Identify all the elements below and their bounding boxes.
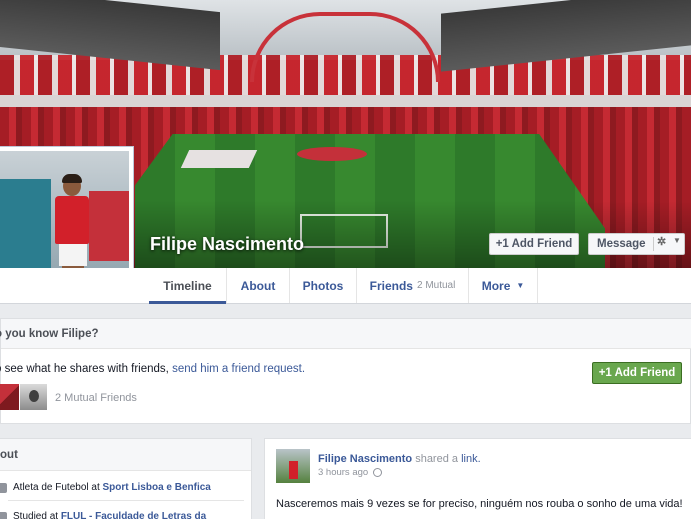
about-work-item: Atleta de Futebol at Sport Lisboa e Benf… (0, 482, 211, 493)
tab-friends[interactable]: Friends 2 Mutual (356, 268, 468, 303)
profile-bg-board-red (89, 191, 129, 261)
post-action-text: shared a (412, 453, 462, 465)
tab-more-label: More (481, 278, 511, 293)
post-body: Nasceremos mais 9 vezes se for preciso, … (276, 498, 683, 510)
friend-prompt-heading: o you know Filipe? (0, 319, 691, 349)
profile-shorts (59, 244, 87, 266)
briefcase-icon (0, 482, 7, 493)
globe-icon (373, 467, 383, 477)
post-author-name[interactable]: Filipe Nascimento (318, 453, 412, 465)
profile-name[interactable]: Filipe Nascimento (150, 234, 304, 255)
post-author-avatar[interactable] (276, 449, 310, 483)
about-divider (8, 500, 244, 501)
tab-friends-mutual-count: 2 Mutual (416, 280, 456, 291)
about-work-link[interactable]: Sport Lisboa e Benfica (103, 482, 211, 493)
post-timestamp[interactable]: 3 hours ago (318, 467, 383, 478)
about-education-text: Studied at (13, 511, 59, 519)
chevron-down-icon: ▼ (516, 281, 525, 290)
add-friend-primary-button[interactable]: +1 Add Friend (592, 362, 682, 384)
friend-prompt-text: o see what he shares with friends, send … (0, 363, 305, 375)
caret-down-icon[interactable]: ▼ (673, 236, 681, 245)
tab-photos[interactable]: Photos (289, 268, 356, 303)
tab-timeline[interactable]: Timeline (149, 268, 226, 304)
post-link[interactable]: link. (461, 453, 481, 465)
about-education-link[interactable]: FLUL - Faculdade de Letras da (61, 511, 206, 519)
add-friend-button[interactable]: +1 Add Friend (489, 233, 579, 255)
mutual-friend-avatar[interactable] (20, 384, 47, 410)
profile-tab-bar: Timeline About Photos Friends 2 Mutual M… (0, 268, 691, 304)
gear-icon[interactable]: ✲ (657, 235, 666, 248)
message-button[interactable]: Message ✲ ▼ (588, 233, 685, 255)
send-friend-request-link[interactable]: send him a friend request. (172, 363, 305, 375)
profile-shirt (55, 196, 89, 244)
profile-picture[interactable] (0, 146, 134, 288)
mutual-friends-link[interactable]: 2 Mutual Friends (55, 392, 137, 404)
tab-more[interactable]: More ▼ (468, 268, 538, 303)
about-card: bout (0, 438, 252, 519)
tab-friends-label: Friends (369, 278, 413, 293)
about-heading: bout (0, 439, 251, 471)
profile-bg-board (0, 179, 51, 269)
mutual-friend-avatar[interactable] (0, 384, 19, 410)
tab-about[interactable]: About (226, 268, 289, 303)
friend-prompt-body: o see what he shares with friends, (0, 363, 173, 375)
about-education-item: Studied at FLUL - Faculdade de Letras da (0, 511, 206, 519)
post-time-text: 3 hours ago (318, 467, 369, 478)
cover-center-logo (297, 147, 367, 161)
post-header: Filipe Nascimento shared a link. (318, 453, 481, 465)
cover-banner (180, 150, 258, 168)
button-divider (653, 237, 654, 251)
profile-picture-image (0, 151, 129, 283)
graduation-cap-icon (0, 511, 7, 519)
message-label: Message (597, 238, 646, 250)
about-work-text: Atleta de Futebol at (13, 482, 100, 493)
profile-hair (62, 174, 82, 183)
friend-prompt-card: o you know Filipe? o see what he shares … (0, 318, 691, 424)
cover-stands-ring (0, 95, 691, 107)
